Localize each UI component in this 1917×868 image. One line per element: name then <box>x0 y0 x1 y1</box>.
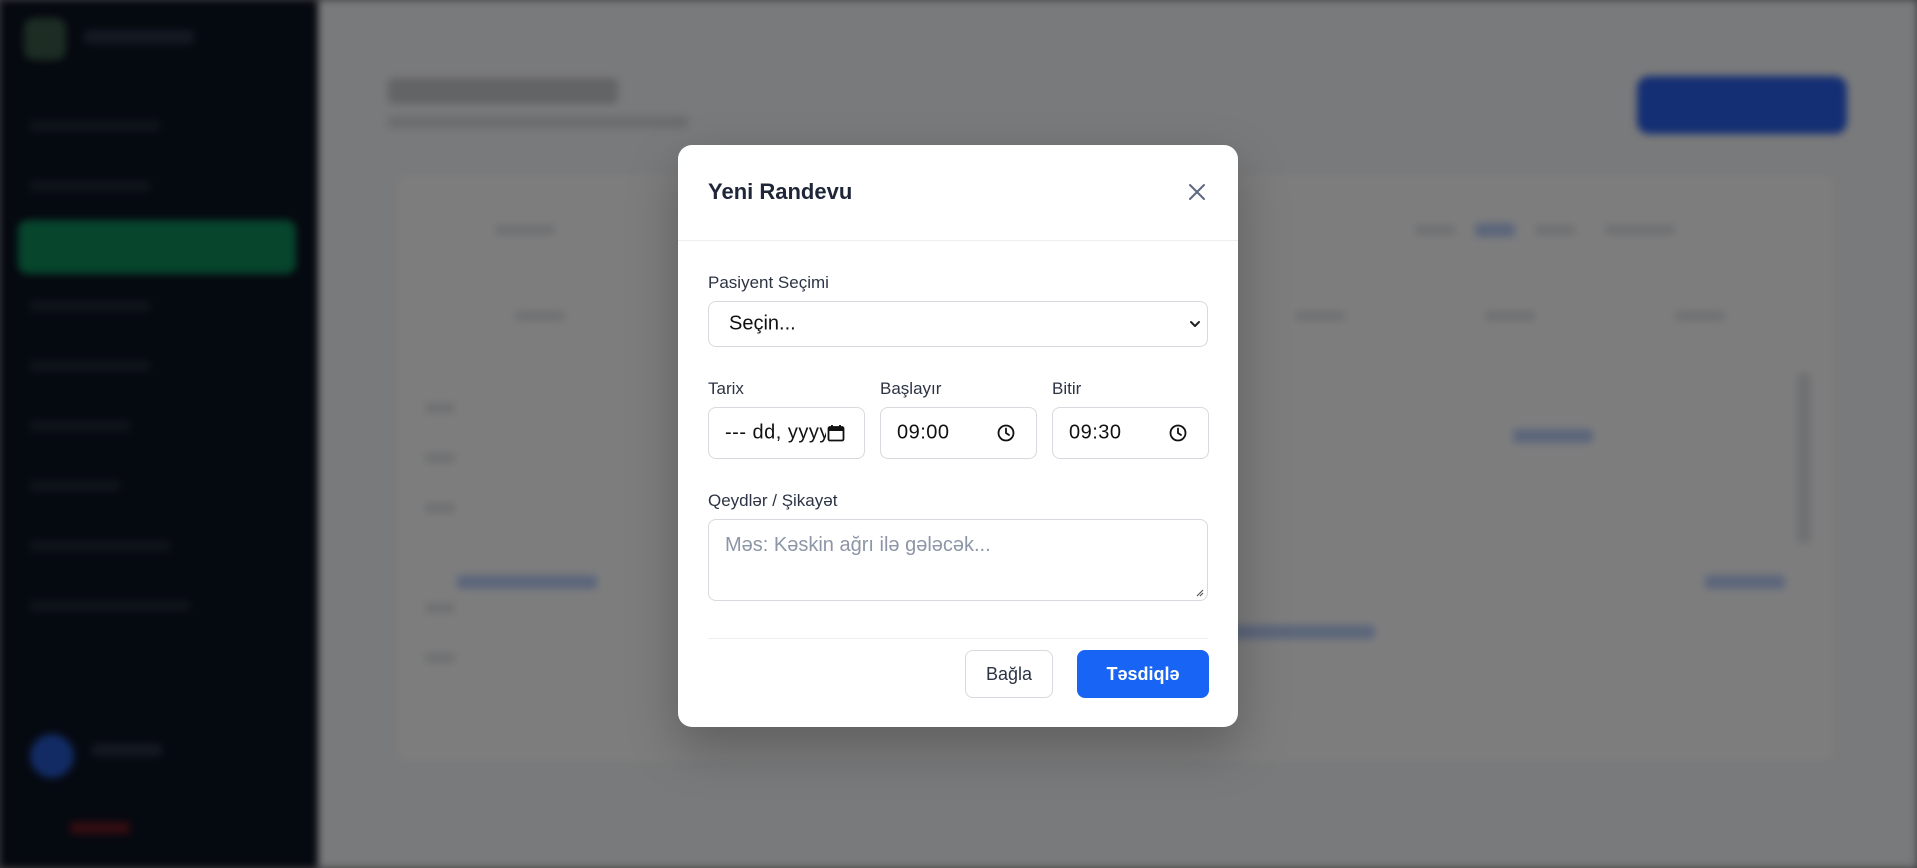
patient-select-value: Seçin... <box>729 312 796 335</box>
end-time-label: Bitir <box>1052 379 1082 398</box>
date-input-value: --- dd, yyyy <box>725 421 830 444</box>
start-time-label: Başlayır <box>880 379 942 398</box>
notes-placeholder: Məs: Kəskin ağrı ilə gələcək... <box>725 534 991 556</box>
new-appointment-modal: Yeni Randevu Pasiyent Seçimi Seçin... Ta… <box>678 145 1238 727</box>
clock-icon[interactable] <box>996 423 1016 443</box>
notes-label: Qeydlər / Şikayət <box>708 491 838 510</box>
clock-icon[interactable] <box>1168 423 1188 443</box>
end-time-value: 09:30 <box>1069 421 1122 444</box>
modal-header: Yeni Randevu <box>678 145 1238 241</box>
date-label: Tarix <box>708 379 744 398</box>
end-time-input[interactable]: 09:30 <box>1052 407 1209 459</box>
footer-divider <box>708 638 1208 639</box>
date-input[interactable]: --- dd, yyyy <box>708 407 865 459</box>
close-icon <box>1189 184 1205 200</box>
start-time-input[interactable]: 09:00 <box>880 407 1037 459</box>
resize-handle-icon[interactable] <box>1194 587 1204 597</box>
close-button[interactable] <box>1186 181 1208 203</box>
notes-textarea[interactable]: Məs: Kəskin ağrı ilə gələcək... <box>708 519 1208 601</box>
cancel-button[interactable]: Bağla <box>965 650 1053 698</box>
modal-title: Yeni Randevu <box>708 179 853 204</box>
patient-select-label: Pasiyent Seçimi <box>708 273 829 292</box>
chevron-down-icon <box>1190 321 1200 327</box>
patient-select[interactable]: Seçin... <box>708 301 1208 347</box>
confirm-button[interactable]: Təsdiqlə <box>1077 650 1209 698</box>
start-time-value: 09:00 <box>897 421 950 444</box>
calendar-icon[interactable] <box>826 423 846 443</box>
